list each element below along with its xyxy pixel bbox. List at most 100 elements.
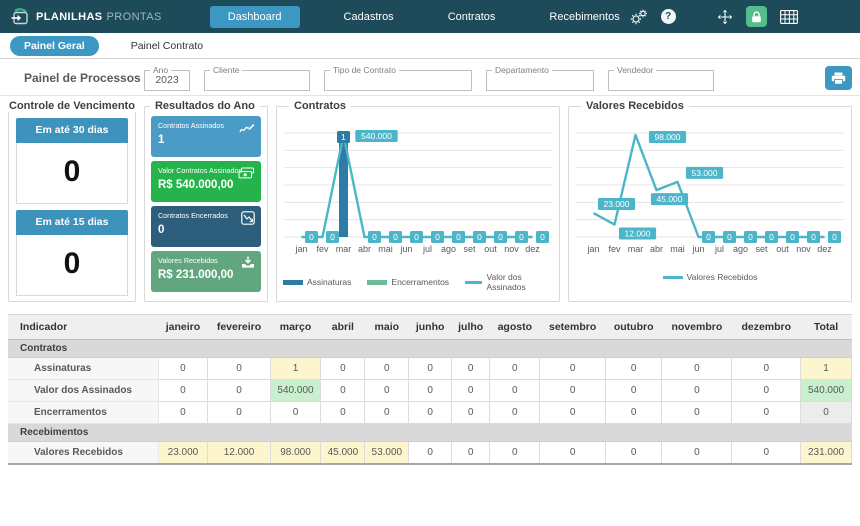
nav-cadastros[interactable]: Cadastros [334,6,404,28]
filter-field-departamento[interactable]: Departamento [486,64,594,91]
column-header: julho [451,314,490,340]
filter-field-vendedor[interactable]: Vendedor [608,64,714,91]
column-header: junho [408,314,452,340]
value-cell: 0 [731,441,802,465]
value-cell: 0 [539,401,606,424]
svg-text:0: 0 [435,232,440,242]
svg-text:jan: jan [586,244,599,254]
vencimento-card-value: 0 [16,143,128,204]
table-row: Valores Recebidos 23.000 12.000 98.000 45.00… [8,441,852,465]
nav-contratos[interactable]: Contratos [438,6,506,28]
resultados-title: Resultados do Ano [149,100,260,112]
value-cell: 0 [661,401,733,424]
svg-text:jul: jul [422,244,432,254]
svg-text:12.000: 12.000 [625,229,651,239]
value-cell: 0 [207,401,271,424]
value-cell: 0 [320,357,366,380]
table-row: Valor dos Assinados 0 0 540.000 0 0 0 0 0 0 0 0 0 540… [8,379,852,402]
column-header: janeiro [158,314,208,340]
svg-text:nov: nov [504,244,519,254]
svg-text:abr: abr [650,244,663,254]
svg-text:0: 0 [456,232,461,242]
row-label: Encerramentos [8,401,159,424]
brand-logo[interactable]: PLANILHAS PRONTAS [10,7,162,26]
indicator-table-wrap: Indicador janeiro fevereiro março abril maio j… [8,314,852,465]
filter-label-ano: Ano [150,64,172,75]
contratos-chart-panel: Contratos jan fev mar abr mai jun jul ago set out… [276,100,560,302]
help-icon[interactable]: ? [660,9,676,24]
svg-text:out: out [776,244,789,254]
filter-label-vendedor: Vendedor [614,64,657,75]
dashboard-panels: Controle de Vencimento Em até 30 dias 0 … [0,96,860,304]
value-cell: 0 [364,357,410,380]
svg-text:mai: mai [670,244,685,254]
filter-field-tipo-contrato[interactable]: Tipo de Contrato [324,64,472,91]
value-cell: 0 [450,357,491,380]
valores-recebidos-chart-panel: Valores Recebidos jan fev mar abr mai jun jul a… [568,100,852,302]
kpi-valores-recebidos: Valores Recebidos R$ 231.000,00 [150,251,261,292]
value-cell: 0 [489,379,541,402]
lock-icon[interactable] [745,6,767,27]
brand-name-primary: PLANILHAS [36,10,103,23]
nav-recebimentos[interactable]: Recebimentos [539,6,629,28]
value-cell: 0 [364,379,410,402]
svg-text:jun: jun [691,244,704,254]
top-nav: PLANILHAS PRONTAS Dashboard Cadastros Co… [0,0,860,33]
value-cell: 0 [604,401,663,424]
value-cell: 0 [661,441,733,465]
valores-recebidos-chart-title: Valores Recebidos [581,100,689,112]
svg-text:mar: mar [336,244,352,254]
value-cell: 0 [489,441,541,465]
tab-painel-geral[interactable]: Painel Geral [10,35,99,56]
value-cell: 0 [539,441,606,465]
value-cell: 1 [800,357,852,380]
value-cell: 0 [408,357,452,380]
row-label: Valores Recebidos [8,441,159,465]
nav-dashboard[interactable]: Dashboard [209,5,300,28]
value-cell: 0 [320,379,366,402]
value-cell: 0 [269,401,322,424]
value-cell: 0 [364,401,410,424]
main-nav: Dashboard Cadastros Contratos Recebiment… [209,5,630,28]
vencimento-title: Controle de Vencimento [4,100,140,112]
move-icon[interactable] [717,9,733,25]
svg-text:dez: dez [525,244,540,254]
contratos-chart-title: Contratos [289,100,351,112]
section-row: Contratos [8,339,852,358]
svg-text:jan: jan [294,244,307,254]
value-cell: 0 [731,357,802,380]
value-cell: 0 [157,357,209,380]
legend-item: Valores Recebidos [662,272,757,282]
table-row: Assinaturas 0 0 1 0 0 0 0 0 0 0 0 0 1 [8,357,852,380]
column-header: Indicador [8,314,158,340]
filter-field-cliente[interactable]: Cliente [204,64,310,91]
filter-label-departamento: Departamento [492,64,552,75]
filter-field-ano[interactable]: Ano 2023 [144,64,190,91]
tab-painel-contrato[interactable]: Painel Contrato [117,36,217,56]
value-cell: 0 [539,357,606,380]
settings-gears-icon[interactable] [630,9,648,25]
indicator-table: Indicador janeiro fevereiro março abril maio j… [8,314,852,465]
legend-item: Encerramentos [367,272,449,292]
vencimento-card-15-dias: Em até 15 dias 0 [16,210,128,296]
column-header: fevereiro [207,314,271,340]
table-header-row: Indicador janeiro fevereiro março abril maio j… [8,314,852,340]
kpi-value: R$ 231.000,00 [157,269,234,281]
value-cell: 0 [489,401,541,424]
svg-text:mai: mai [378,244,393,254]
print-button[interactable] [825,66,852,90]
value-cell: 0 [320,401,366,424]
vencimento-card-label: Em até 15 dias [16,210,128,235]
value-cell: 0 [450,379,491,402]
svg-text:set: set [463,244,476,254]
grid-icon[interactable] [779,9,798,24]
svg-text:jun: jun [399,244,412,254]
column-header: maio [364,314,409,340]
column-header: outubro [605,314,662,340]
svg-text:98.000: 98.000 [655,132,681,142]
kpi-contratos-encerrados: Contratos Encerrados 0 [150,206,261,247]
brand-name-secondary: PRONTAS [106,10,162,23]
svg-text:0: 0 [330,232,335,242]
svg-text:mar: mar [628,244,644,254]
svg-text:set: set [755,244,768,254]
